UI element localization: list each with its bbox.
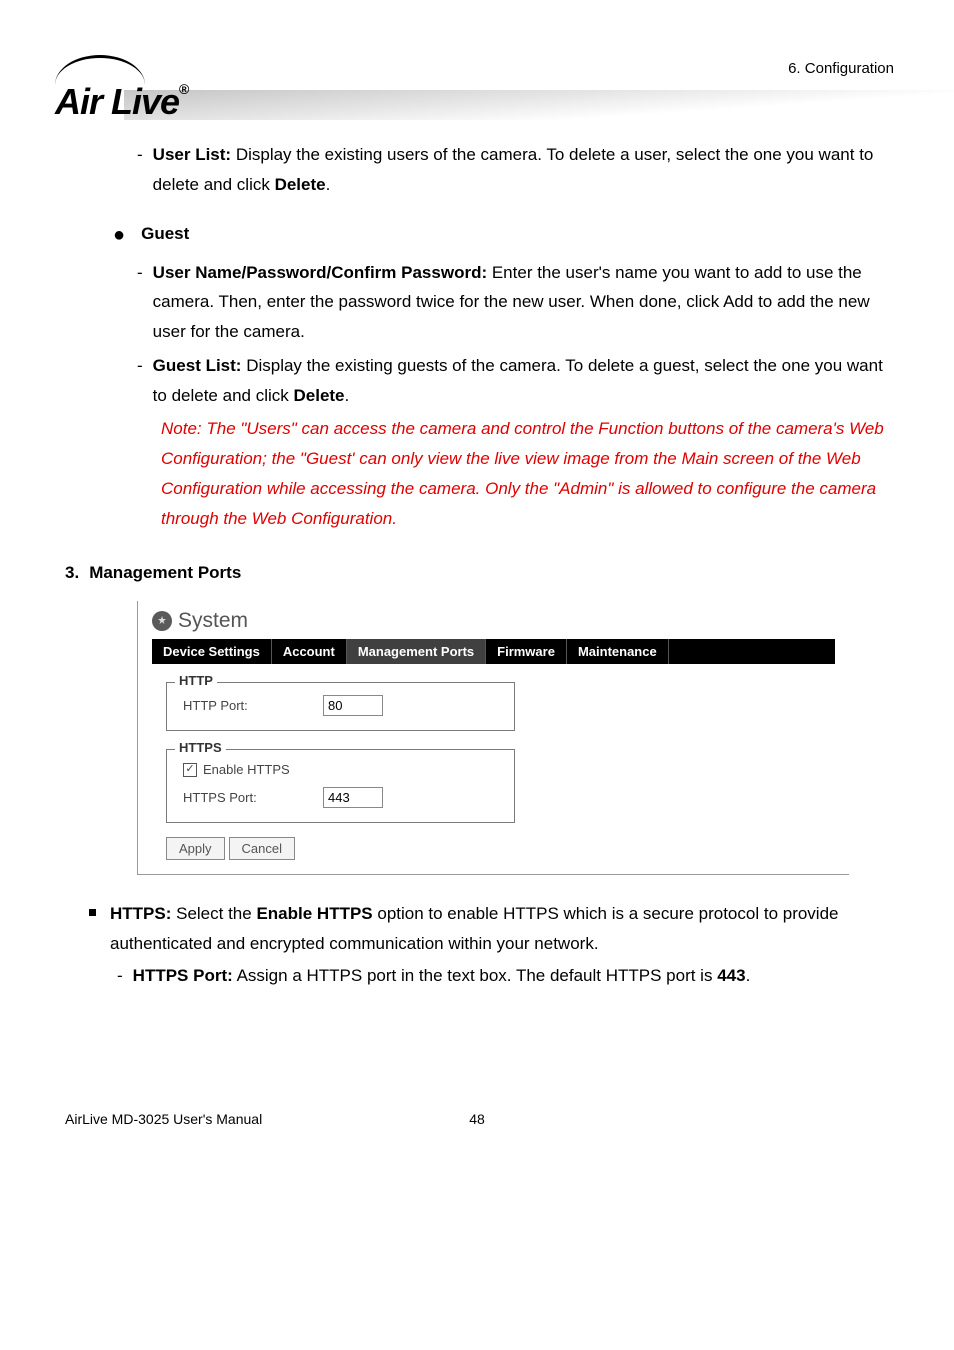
cancel-button[interactable]: Cancel — [229, 837, 295, 860]
guest-label: Guest — [141, 224, 189, 243]
delete-bold: Delete — [275, 175, 326, 194]
https-legend: HTTPS — [175, 740, 226, 755]
user-list-label: User List: — [153, 145, 231, 164]
http-port-input[interactable] — [323, 695, 383, 716]
https-description-row: HTTPS: Select the Enable HTTPS option to… — [89, 899, 889, 959]
tab-maintenance[interactable]: Maintenance — [567, 639, 669, 664]
logo-registered: ® — [179, 81, 188, 97]
guest-item-2: - Guest List: Display the existing guest… — [137, 351, 889, 411]
https-port-input[interactable] — [323, 787, 383, 808]
logo-text: Air Live — [55, 81, 179, 122]
tab-firmware[interactable]: Firmware — [486, 639, 567, 664]
guest-heading: ● Guest — [113, 220, 889, 250]
user-list-text: Display the existing users of the camera… — [153, 145, 874, 194]
bullet-icon: ● — [113, 220, 125, 250]
enable-https-label: Enable HTTPS — [203, 762, 290, 777]
tab-account[interactable]: Account — [272, 639, 347, 664]
tab-device-settings[interactable]: Device Settings — [152, 639, 272, 664]
guest-item2-label: Guest List: — [153, 356, 242, 375]
heading-management-ports: 3. Management Ports — [65, 563, 889, 583]
breadcrumb: 6. Configuration — [788, 60, 894, 77]
http-legend: HTTP — [175, 673, 217, 688]
https-port-label: HTTPS Port: — [183, 790, 313, 805]
enable-https-bold: Enable HTTPS — [256, 904, 372, 923]
https-port-row: - HTTPS Port: Assign a HTTPS port in the… — [117, 961, 889, 991]
guest-item2-text: Display the existing guests of the camer… — [153, 356, 883, 405]
https-fieldset: HTTPS ✓ Enable HTTPS HTTPS Port: — [166, 749, 515, 823]
enable-https-checkbox[interactable]: ✓ — [183, 763, 197, 777]
system-icon — [152, 611, 172, 631]
apply-button[interactable]: Apply — [166, 837, 225, 860]
logo: Air Live® — [55, 55, 225, 123]
page-footer: AirLive MD-3025 User's Manual 48 — [0, 1111, 954, 1127]
page-header: 6. Configuration Air Live® — [0, 0, 954, 130]
system-screenshot: System Device Settings Account Managemen… — [137, 601, 849, 875]
bullet-icon — [89, 909, 96, 916]
https-port-label-text: HTTPS Port: — [133, 966, 233, 985]
header-banner — [124, 90, 954, 120]
http-fieldset: HTTP HTTP Port: — [166, 682, 515, 731]
system-title-row: System — [152, 609, 835, 633]
user-list-item: - User List: Display the existing users … — [137, 140, 889, 200]
http-port-label: HTTP Port: — [183, 698, 313, 713]
guest-delete-bold: Delete — [293, 386, 344, 405]
footer-page: 48 — [427, 1111, 527, 1127]
tab-management-ports[interactable]: Management Ports — [347, 639, 486, 664]
note-text: Note: The "Users" can access the camera … — [161, 414, 889, 533]
footer-manual: AirLive MD-3025 User's Manual — [65, 1111, 427, 1127]
https-port-val: 443 — [717, 966, 745, 985]
system-title: System — [178, 609, 248, 633]
guest-item1-label: User Name/Password/Confirm Password: — [153, 263, 487, 282]
guest-item-1: - User Name/Password/Confirm Password: E… — [137, 258, 889, 347]
tabs-bar: Device Settings Account Management Ports… — [152, 639, 835, 664]
https-label: HTTPS: — [110, 904, 171, 923]
